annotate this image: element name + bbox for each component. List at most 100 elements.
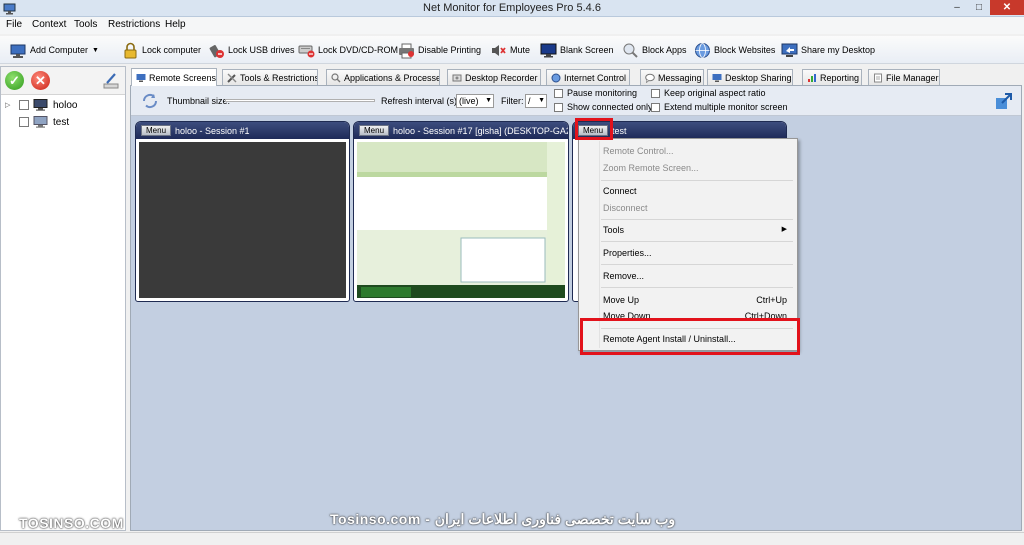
tab-desktop-sharing[interactable]: Desktop Sharing: [707, 69, 793, 85]
highlight-menu-button: [575, 118, 613, 140]
blank-screen-button[interactable]: Blank Screen: [540, 40, 614, 60]
recorder-icon: [452, 74, 462, 81]
lock-computer-button[interactable]: Lock computer: [122, 40, 201, 60]
lock-icon: [124, 42, 137, 58]
menu-tools[interactable]: Tools: [74, 19, 97, 30]
printer-icon: [399, 43, 414, 58]
menu-item-connect[interactable]: Connect: [603, 186, 787, 200]
lock-computer-label: Lock computer: [142, 45, 202, 55]
thumbnail-size-slider[interactable]: [225, 99, 375, 102]
expand-icon[interactable]: ▷: [5, 101, 13, 109]
extend-monitor-checkbox[interactable]: Extend multiple monitor screen: [651, 102, 788, 112]
session-title: holoo - Session #17 [gisha] (DESKTOP-GA2…: [393, 125, 568, 136]
checkmark-icon[interactable]: ✓: [5, 71, 24, 90]
menu-separator: [601, 264, 793, 265]
add-computer-button[interactable]: Add Computer ▼: [10, 40, 99, 60]
submenu-arrow-icon: ▶: [781, 226, 787, 233]
tab-reporting[interactable]: Reporting: [802, 69, 862, 85]
tree-item-test[interactable]: test: [5, 115, 69, 129]
close-button[interactable]: ✕: [990, 0, 1024, 15]
pause-monitoring-checkbox[interactable]: Pause monitoring: [554, 88, 637, 98]
menu-item-disconnect[interactable]: Disconnect: [603, 203, 787, 217]
menu-item-move-up[interactable]: Move Up Ctrl+Up: [603, 295, 787, 309]
tab-remote-screens[interactable]: Remote Screens: [131, 68, 217, 86]
refresh-interval-select[interactable]: (live) ▼: [456, 94, 494, 108]
tab-messaging[interactable]: Messaging: [640, 69, 704, 85]
session-menu-button[interactable]: Menu: [359, 125, 390, 136]
menu-item-tools[interactable]: Tools ▶: [603, 225, 787, 239]
mute-icon: [492, 44, 506, 56]
tree-checkbox[interactable]: [19, 100, 29, 110]
block-apps-button[interactable]: Block Apps: [622, 40, 687, 60]
message-icon: [645, 73, 655, 83]
mute-label: Mute: [510, 45, 531, 55]
lock-dvd-button[interactable]: Lock DVD/CD-ROM: [298, 40, 398, 60]
remote-screen-preview: [357, 142, 565, 298]
dvd-lock-icon: [298, 45, 315, 57]
add-computer-icon: [10, 44, 26, 58]
minimize-button[interactable]: –: [946, 0, 968, 15]
globe-icon: [551, 73, 561, 82]
block-websites-button[interactable]: Block Websites: [694, 40, 775, 60]
shortcut-label: Ctrl+Up: [756, 295, 787, 305]
lock-usb-button[interactable]: Lock USB drives: [208, 40, 295, 60]
usb-lock-icon: [209, 44, 224, 58]
show-connected-checkbox[interactable]: Show connected only: [554, 102, 653, 112]
tree-label: holoo: [53, 99, 78, 111]
session-panel[interactable]: Menu holoo - Session #1: [135, 121, 350, 302]
share-desktop-label: Share my Desktop: [801, 45, 876, 55]
disable-printing-button[interactable]: Disable Printing: [398, 40, 481, 60]
menu-separator: [601, 219, 793, 220]
refresh-interval-label: Refresh interval (s):: [381, 96, 460, 106]
menu-file[interactable]: File: [6, 19, 22, 30]
filter-select[interactable]: / ▼: [525, 94, 547, 108]
maximize-button[interactable]: □: [968, 0, 990, 15]
status-bar: [0, 532, 1024, 545]
menu-help[interactable]: Help: [165, 19, 186, 30]
menu-item-properties[interactable]: Properties...: [603, 248, 787, 262]
share-desktop-button[interactable]: Share my Desktop: [781, 40, 875, 60]
session-menu-button[interactable]: Menu: [141, 125, 172, 136]
tab-applications-processes[interactable]: Applications & Processes: [326, 69, 440, 85]
session-title: test: [612, 125, 627, 136]
block-websites-label: Block Websites: [714, 45, 776, 55]
mute-button[interactable]: Mute: [490, 40, 530, 60]
blank-screen-label: Blank Screen: [560, 45, 614, 55]
refresh-icon[interactable]: [141, 92, 159, 110]
menu-item-remove[interactable]: Remove...: [603, 271, 787, 285]
options-bar: Thumbnail size: Refresh interval (s): (l…: [131, 86, 1021, 116]
edit-icon[interactable]: [102, 72, 120, 90]
tree-item-holoo[interactable]: ▷ holoo: [5, 98, 77, 112]
tree-toolbar: ✓ ✕: [1, 67, 125, 95]
popout-icon[interactable]: [995, 92, 1013, 110]
menu-bar: File Context Tools Restrictions Help: [0, 17, 1024, 34]
menu-context[interactable]: Context: [32, 19, 66, 30]
lock-dvd-label: Lock DVD/CD-ROM: [318, 45, 399, 55]
disable-printing-label: Disable Printing: [418, 45, 482, 55]
remote-screens-area: Thumbnail size: Refresh interval (s): (l…: [130, 85, 1022, 531]
watermark-center: Tosinso.com - وب سایت تخصصی فناوری اطلاع…: [330, 511, 676, 527]
menu-separator: [601, 180, 793, 181]
tab-internet-control[interactable]: Internet Control: [546, 69, 630, 85]
tree-checkbox[interactable]: [19, 117, 29, 127]
cancel-icon[interactable]: ✕: [31, 71, 50, 90]
session-panel[interactable]: Menu holoo - Session #17 [gisha] (DESKTO…: [353, 121, 569, 302]
menu-item-remote-control[interactable]: Remote Control...: [603, 146, 787, 160]
add-computer-label: Add Computer: [30, 45, 89, 55]
tab-tools-restrictions[interactable]: Tools & Restrictions: [222, 69, 318, 85]
keep-aspect-checkbox[interactable]: Keep original aspect ratio: [651, 88, 766, 98]
tab-file-manager[interactable]: File Manager: [868, 69, 940, 85]
report-icon: [808, 73, 816, 82]
block-apps-icon: [623, 43, 638, 58]
share-desktop-icon: [712, 73, 722, 82]
computer-icon: [33, 116, 48, 128]
tab-strip: Remote Screens Tools & Restrictions Appl…: [130, 68, 1024, 86]
computer-icon: [33, 99, 48, 111]
menu-restrictions[interactable]: Restrictions: [108, 19, 160, 30]
session-thumbnail[interactable]: [357, 142, 565, 298]
globe-icon: [695, 42, 710, 58]
tab-desktop-recorder[interactable]: Desktop Recorder: [447, 69, 541, 85]
menu-item-zoom-remote-screen[interactable]: Zoom Remote Screen...: [603, 163, 787, 177]
toolbar: Add Computer ▼ Lock computer Lock USB dr…: [0, 36, 1024, 64]
session-thumbnail[interactable]: [139, 142, 346, 298]
